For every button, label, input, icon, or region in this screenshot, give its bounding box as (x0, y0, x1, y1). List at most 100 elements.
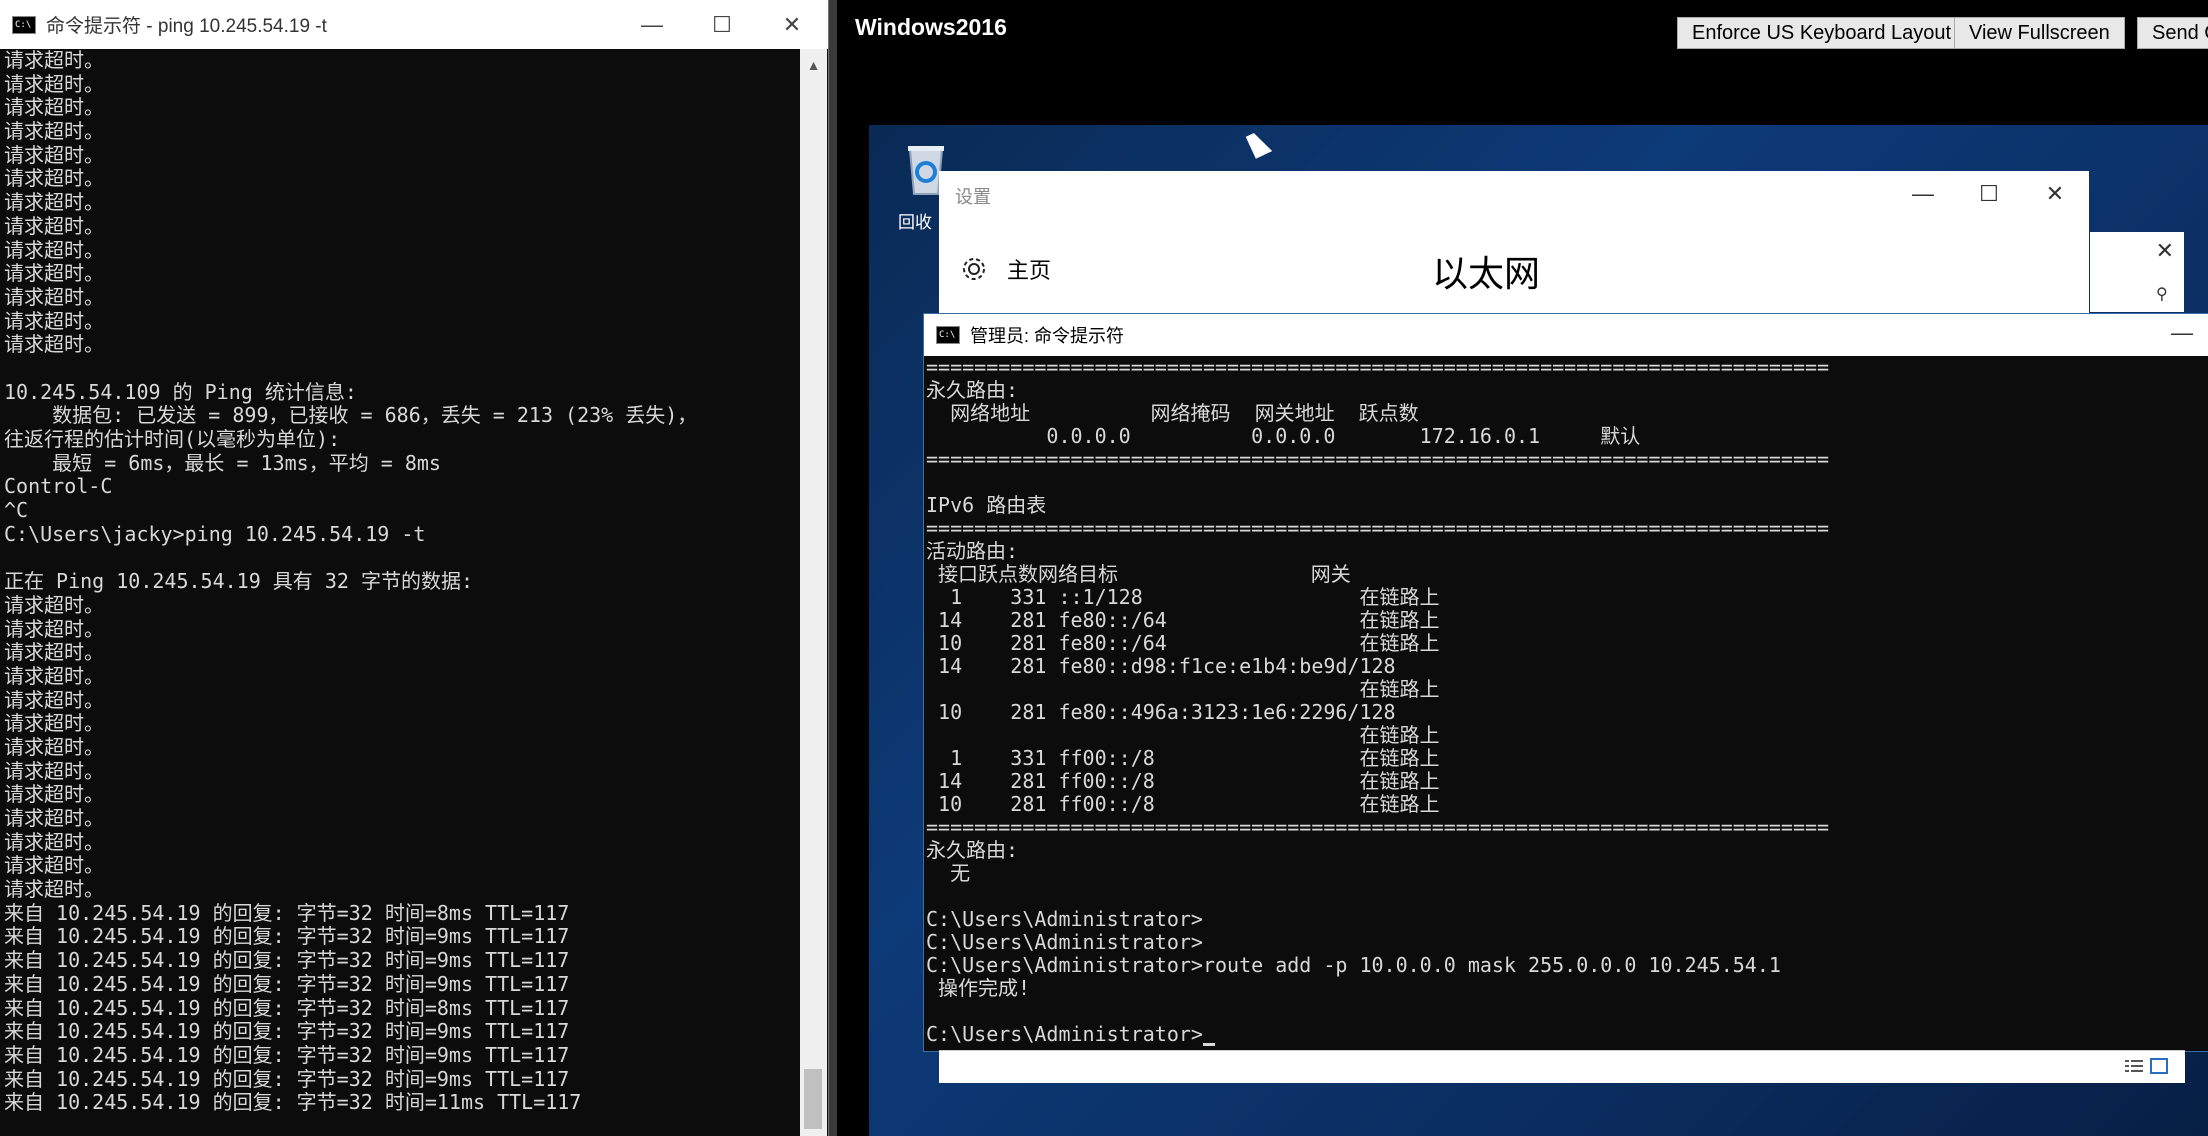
background-window[interactable]: ✕ ⚲ (2090, 232, 2184, 312)
close-icon: ✕ (2045, 181, 2065, 206)
settings-status-bar (939, 1050, 2185, 1083)
enforce-us-keyboard-button[interactable]: Enforce US Keyboard Layout (1677, 17, 1967, 49)
gear-icon (963, 258, 985, 280)
settings-title: 设置 (955, 187, 991, 207)
console-line: 接口跃点数网络目标 网关 (926, 563, 1351, 586)
console-line: 10 281 fe80::/64 在链路上 (926, 632, 1440, 655)
console-line: 来自 10.245.54.19 的回复: 字节=32 时间=9ms TTL=11… (4, 1067, 570, 1091)
maximize-icon: ☐ (1979, 181, 1999, 206)
console-line: 1 331 ::1/128 在链路上 (926, 586, 1440, 609)
console-line: 10 281 fe80::496a:3123:1e6:2296/128 (926, 701, 1396, 724)
console-line: 请求超时。 (4, 783, 104, 807)
console-line: 来自 10.245.54.19 的回复: 字节=32 时间=8ms TTL=11… (4, 996, 570, 1020)
console-line: ^C (4, 499, 29, 523)
console-line: 请求超时。 (4, 688, 104, 712)
left-cmd-title: 命令提示符 - ping 10.245.54.19 -t (46, 16, 327, 37)
console-line: 请求超时。 (4, 96, 104, 120)
console-line: 请求超时。 (4, 143, 104, 167)
admin-cmd-titlebar[interactable]: C:\ 管理员: 命令提示符 — (924, 314, 2208, 356)
minimize-icon: — (1912, 181, 1934, 206)
console-line: 请求超时。 (4, 641, 104, 665)
console-line: 10 281 ff00::/8 在链路上 (926, 793, 1440, 816)
console-line: 往返行程的估计时间(以毫秒为单位): (4, 428, 341, 451)
admin-cmd-window[interactable]: C:\ 管理员: 命令提示符 — =======================… (923, 313, 2208, 1052)
console-line: 请求超时。 (4, 807, 104, 830)
cmd-app-icon: C:\ (936, 326, 960, 344)
console-line: 网络地址 网络掩码 网关地址 跃点数 (926, 402, 1419, 425)
console-line: 数据包: 已发送 = 899，已接收 = 686，丢失 = 213 (23% 丢… (4, 404, 698, 428)
console-line: 请求超时。 (4, 878, 104, 902)
console-line: 请求超时。 (4, 72, 104, 96)
minimize-icon[interactable]: — (2171, 320, 2193, 346)
console-line: 请求超时。 (4, 712, 104, 736)
text-cursor (1202, 1043, 1215, 1046)
console-line: 操作完成! (926, 977, 1031, 1000)
left-console-output[interactable]: 请求超时。 请求超时。 请求超时。 请求超时。 请求超时。 请求超时。 请求超时。 请求超时。… (0, 49, 800, 1136)
close-icon: ✕ (782, 11, 802, 37)
recycle-bin-label: 回收 (898, 213, 932, 232)
console-line: 来自 10.245.54.19 的回复: 字节=32 时间=9ms TTL=11… (4, 949, 570, 973)
console-line: 来自 10.245.54.19 的回复: 字节=32 时间=9ms TTL=11… (4, 925, 570, 949)
console-line: ========================================… (926, 448, 1830, 471)
console-line: 请求超时。 (4, 830, 104, 854)
console-line: 请求超时。 (4, 759, 104, 783)
console-line: C:\Users\Administrator> (924, 1023, 2208, 1046)
console-line: ========================================… (926, 816, 1830, 839)
console-line: 请求超时。 (4, 120, 104, 144)
vertical-scrollbar[interactable]: ▲ (800, 49, 827, 1136)
settings-home-label: 主页 (1007, 258, 1052, 283)
console-line: 1 331 ff00::/8 在链路上 (926, 747, 1440, 770)
console-line: ========================================… (926, 356, 1830, 379)
console-line: 来自 10.245.54.19 的回复: 字节=32 时间=8ms TTL=11… (4, 901, 570, 925)
minimize-button[interactable]: — (617, 0, 687, 49)
console-line: 请求超时。 (4, 191, 104, 215)
console-line: ========================================… (926, 517, 1830, 540)
console-line: 请求超时。 (4, 854, 104, 878)
settings-minimize-button[interactable]: — (1890, 171, 1956, 217)
console-line: 无 (926, 862, 971, 885)
left-cmd-titlebar[interactable]: C:\ 命令提示符 - ping 10.245.54.19 -t — ☐ ✕ (0, 0, 828, 49)
console-line: 永久路由: (926, 379, 1019, 402)
console-line: 在链路上 (926, 678, 1440, 701)
window-divider (829, 0, 837, 1136)
maximize-icon: ☐ (712, 11, 732, 37)
close-icon[interactable]: ✕ (2156, 238, 2174, 264)
console-line: C:\Users\jacky>ping 10.245.54.19 -t (4, 522, 426, 546)
console-line: 14 281 fe80::d98:f1ce:e1b4:be9d/128 (926, 655, 1396, 678)
console-line: C:\Users\Administrator> (926, 931, 1203, 954)
console-line: 请求超时。 (4, 167, 104, 191)
console-line: 来自 10.245.54.19 的回复: 字节=32 时间=9ms TTL=11… (4, 972, 570, 996)
settings-home-link[interactable]: 主页 (961, 253, 1051, 285)
maximize-button[interactable]: ☐ (687, 0, 757, 49)
settings-close-button[interactable]: ✕ (2022, 171, 2088, 217)
console-line: C:\Users\Administrator> (926, 908, 1203, 931)
console-line: 请求超时。 (4, 309, 104, 333)
admin-console-output[interactable]: ========================================… (924, 356, 2208, 1051)
send-ctrl-alt-del-button[interactable]: Send C (2137, 17, 2208, 49)
left-cmd-window[interactable]: C:\ 命令提示符 - ping 10.245.54.19 -t — ☐ ✕ 请… (0, 0, 829, 1136)
console-line: 14 281 fe80::/64 在链路上 (926, 609, 1440, 632)
console-line: C:\Users\Administrator>route add -p 10.0… (926, 954, 1781, 977)
scroll-thumb[interactable] (804, 1069, 822, 1129)
settings-maximize-button[interactable]: ☐ (1956, 171, 2022, 217)
console-line: IPv6 路由表 (926, 494, 1047, 517)
minimize-icon: — (641, 11, 663, 37)
console-line: 请求超时。 (4, 333, 104, 357)
view-mode-icon[interactable] (2123, 1057, 2171, 1075)
console-line: 请求超时。 (4, 49, 104, 72)
rdp-session-title: Windows2016 (855, 14, 1007, 40)
console-line: 请求超时。 (4, 664, 104, 688)
scroll-up-arrow-icon[interactable]: ▲ (800, 53, 827, 77)
console-line: 请求超时。 (4, 285, 104, 309)
console-line: 在链路上 (926, 724, 1440, 747)
console-line: 来自 10.245.54.19 的回复: 字节=32 时间=9ms TTL=11… (4, 1043, 570, 1067)
console-line: 0.0.0.0 0.0.0.0 172.16.0.1 默认 (926, 425, 1641, 448)
console-line: Control-C (4, 475, 113, 499)
search-icon[interactable]: ⚲ (2156, 284, 2176, 304)
view-fullscreen-button[interactable]: View Fullscreen (1954, 17, 2125, 49)
close-button[interactable]: ✕ (757, 0, 827, 49)
